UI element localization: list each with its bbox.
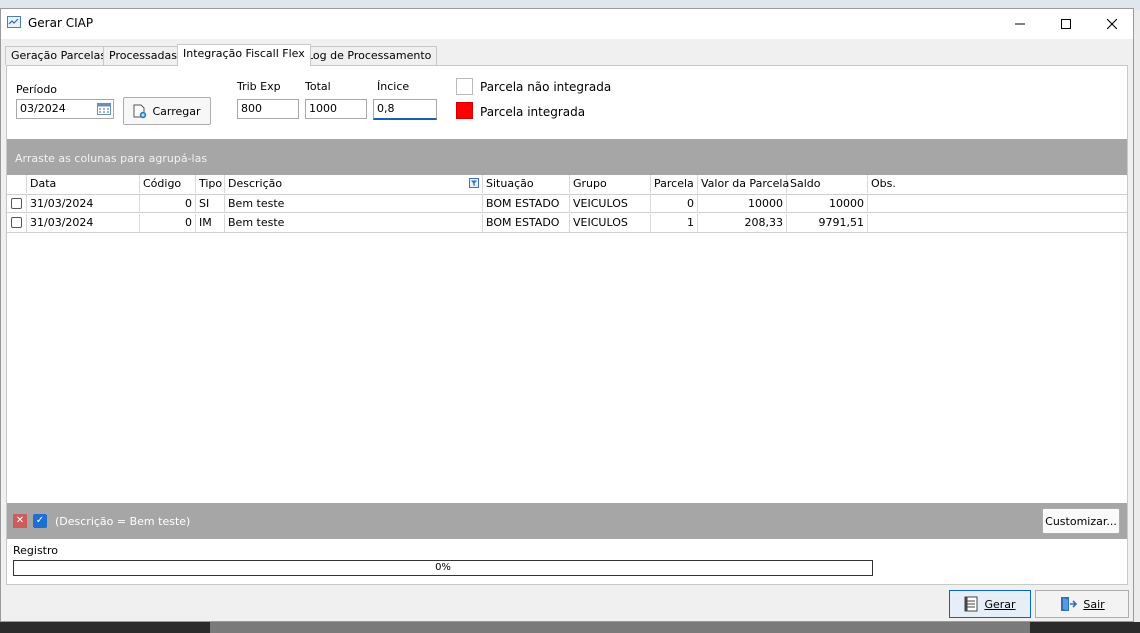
clear-filter-icon[interactable]: ✕ <box>13 514 27 528</box>
gerar-label: Gerar <box>984 597 1016 611</box>
sair-label: Sair <box>1083 597 1105 611</box>
total-label: Total <box>305 80 331 93</box>
registro-label: Registro <box>13 544 59 557</box>
background-taskbar-strip <box>210 622 1030 633</box>
filter-bar: ✕ ✓ (Descrição = Bem teste) Customizar..… <box>7 503 1127 539</box>
column-header-obs[interactable]: Obs. <box>868 175 1127 193</box>
cell-situacao: BOM ESTADO <box>483 195 570 213</box>
cell-parcela: 0 <box>651 195 698 213</box>
cell-tipo: IM <box>196 214 225 232</box>
column-header-situacao[interactable]: Situação <box>483 175 570 193</box>
background-right-edge <box>1134 10 1140 622</box>
maximize-button[interactable] <box>1043 9 1089 39</box>
legend-swatch-nao-integrada <box>456 78 473 95</box>
column-header-valor-da-parcela[interactable]: Valor da Parcela <box>698 175 789 193</box>
legend-label-nao-integrada: Parcela não integrada <box>480 80 612 94</box>
tab-geracao-parcelas[interactable]: Geração Parcelas <box>5 46 113 65</box>
gerar-button[interactable]: Gerar <box>949 590 1031 618</box>
tab-strip: Geração Parcelas Processadas Integração … <box>1 44 1133 66</box>
cell-codigo: 0 <box>140 214 196 232</box>
row-select-cell <box>7 214 27 232</box>
tab-log-de-processamento[interactable]: Log de Processamento <box>301 46 438 65</box>
cell-valor-da-parcela: 10000 <box>698 195 787 213</box>
cell-valor-da-parcela: 208,33 <box>698 214 787 232</box>
trib-exp-label: Trib Exp <box>237 80 281 93</box>
periodo-label: Período <box>16 83 58 96</box>
cell-grupo: VEICULOS <box>570 195 651 213</box>
column-header-descricao[interactable]: Descrição <box>225 175 483 193</box>
legend-swatch-integrada <box>456 102 473 119</box>
filter-expression[interactable]: (Descrição = Bem teste) <box>55 515 190 528</box>
cell-grupo: VEICULOS <box>570 214 651 232</box>
carregar-label: Carregar <box>152 104 201 118</box>
registro-progress-bar: 0% <box>13 560 873 576</box>
cell-saldo: 9791,51 <box>787 214 868 232</box>
close-button[interactable] <box>1089 9 1135 39</box>
legend-label-integrada: Parcela integrada <box>480 105 586 119</box>
sair-button[interactable]: Sair <box>1035 590 1129 618</box>
row-checkbox[interactable] <box>11 217 22 228</box>
column-header-grupo[interactable]: Grupo <box>570 175 651 193</box>
cell-descricao: Bem teste <box>225 195 483 213</box>
group-by-hint: Arraste as colunas para agrupá-las <box>15 152 208 165</box>
tab-integracao-fiscall-flex[interactable]: Integração Fiscall Flex <box>177 44 311 66</box>
window-title: Gerar CIAP <box>28 16 94 30</box>
indice-field[interactable]: 0,8 <box>373 99 437 120</box>
load-document-icon <box>133 104 147 118</box>
periodo-value: 03/2024 <box>20 102 66 115</box>
filter-icon[interactable] <box>469 178 479 188</box>
table-row[interactable]: 31/03/2024 0 SI Bem teste BOM ESTADO VEI… <box>7 194 1127 213</box>
document-icon <box>964 596 978 612</box>
minimize-button[interactable] <box>997 9 1043 39</box>
cell-obs <box>868 195 1127 213</box>
cell-situacao: BOM ESTADO <box>483 214 570 232</box>
cell-data: 31/03/2024 <box>27 214 140 232</box>
cell-tipo: SI <box>196 195 225 213</box>
total-field[interactable]: 1000 <box>305 99 367 119</box>
cell-codigo: 0 <box>140 195 196 213</box>
column-header-descricao-label: Descrição <box>228 177 283 190</box>
column-header-data[interactable]: Data <box>27 175 140 193</box>
exit-door-icon <box>1061 597 1078 611</box>
column-header-codigo[interactable]: Código <box>140 175 196 193</box>
customize-button[interactable]: Customizar... <box>1042 508 1120 534</box>
carregar-button[interactable]: Carregar <box>123 97 211 125</box>
cell-data: 31/03/2024 <box>27 195 140 213</box>
calendar-icon[interactable] <box>97 102 111 115</box>
column-header-parcela[interactable]: Parcela <box>651 175 698 193</box>
table-row[interactable]: 31/03/2024 0 IM Bem teste BOM ESTADO VEI… <box>7 214 1127 233</box>
gerar-ciap-window: Gerar CIAP Geração Parcelas Processadas … <box>0 8 1134 622</box>
group-by-panel[interactable]: Arraste as colunas para agrupá-las <box>7 139 1127 175</box>
row-checkbox[interactable] <box>11 198 22 209</box>
grid-header: Data Código Tipo Descrição Situação Grup… <box>7 175 1127 193</box>
cell-obs <box>868 214 1127 232</box>
cell-parcela: 1 <box>651 214 698 232</box>
title-bar: Gerar CIAP <box>1 9 1133 39</box>
integracao-panel: Período 03/2024 Carregar Trib Exp 800 To… <box>6 65 1128 585</box>
app-icon <box>7 16 21 28</box>
indice-label: Íncice <box>377 80 410 93</box>
column-header-select[interactable] <box>7 175 27 193</box>
tab-processadas[interactable]: Processadas <box>103 46 183 65</box>
cell-saldo: 10000 <box>787 195 868 213</box>
filter-enabled-checkbox[interactable]: ✓ <box>33 514 47 528</box>
trib-exp-field[interactable]: 800 <box>237 99 299 119</box>
column-header-saldo[interactable]: Saldo <box>787 175 868 193</box>
row-select-cell <box>7 195 27 213</box>
cell-descricao: Bem teste <box>225 214 483 232</box>
periodo-date-field[interactable]: 03/2024 <box>16 99 114 119</box>
column-header-tipo[interactable]: Tipo <box>196 175 225 193</box>
